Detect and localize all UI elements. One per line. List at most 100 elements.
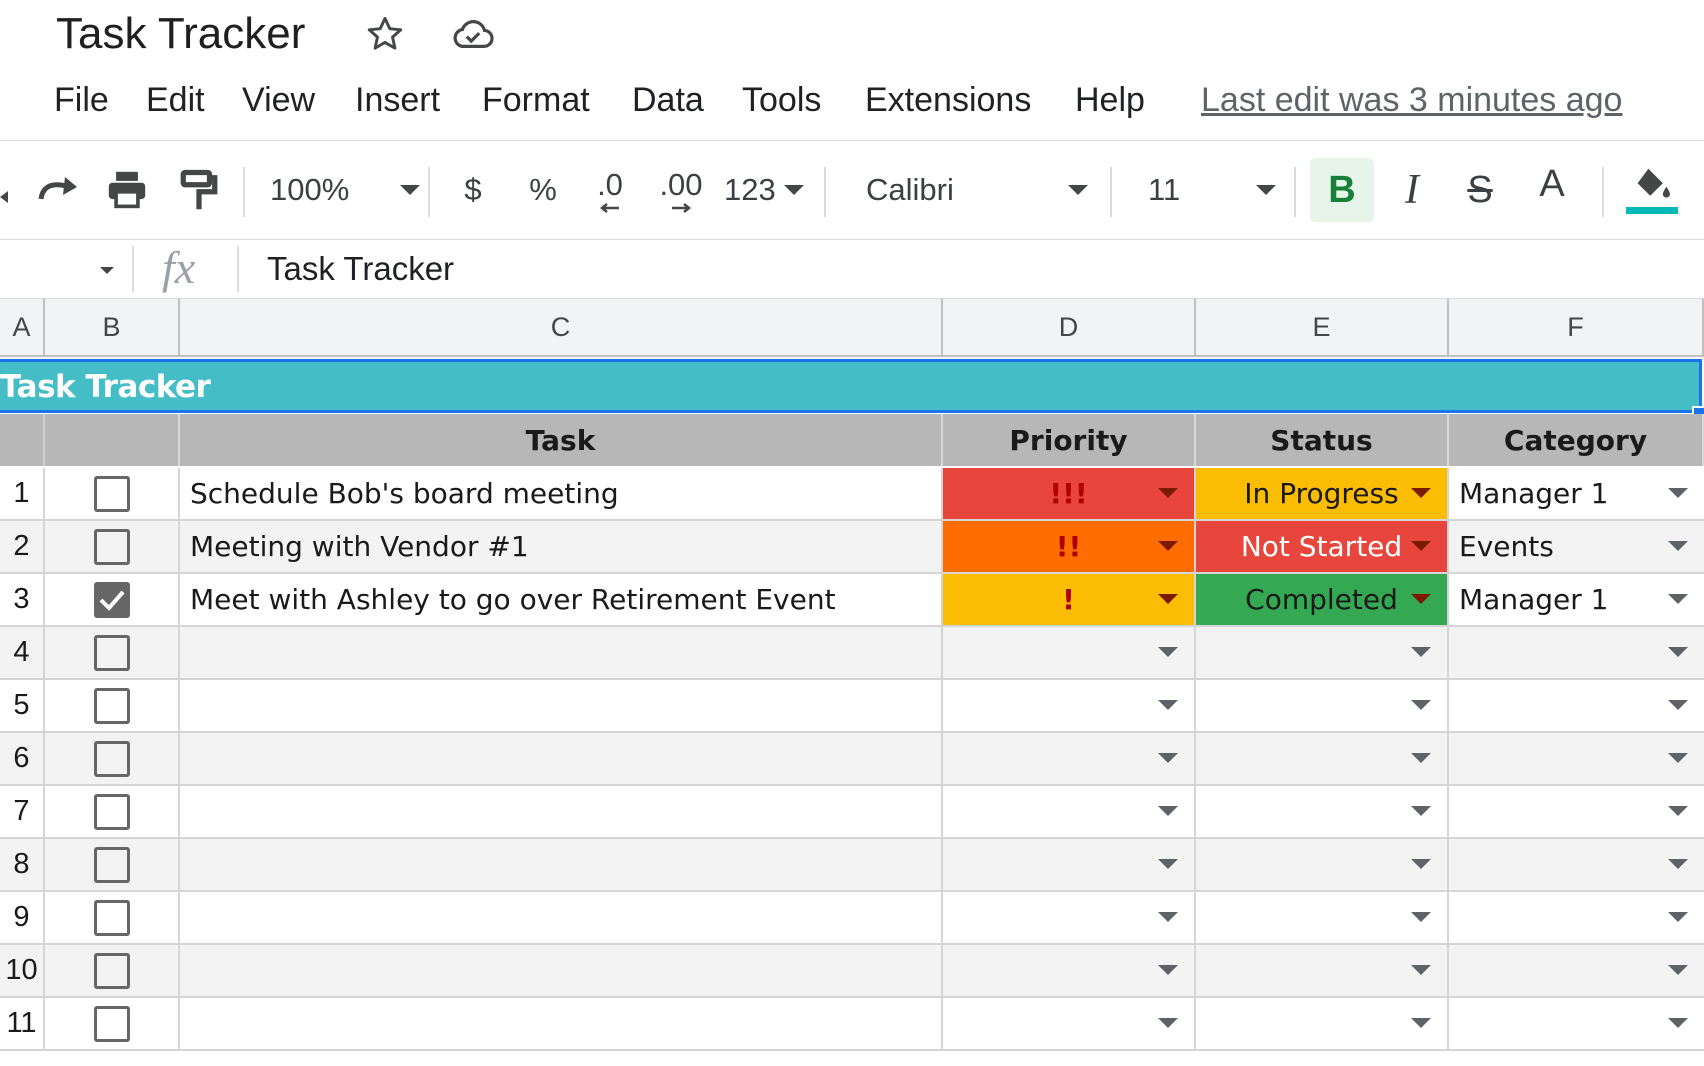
currency-button[interactable]: $ bbox=[458, 163, 488, 217]
fill-color-button[interactable] bbox=[1626, 163, 1678, 217]
dropdown-arrow-icon[interactable] bbox=[1411, 647, 1431, 657]
formula-input[interactable]: Task Tracker bbox=[267, 246, 454, 292]
task-cell[interactable] bbox=[180, 627, 943, 678]
menu-edit[interactable]: Edit bbox=[146, 78, 205, 122]
row-number[interactable]: 5 bbox=[0, 680, 45, 731]
dropdown-arrow-icon[interactable] bbox=[1411, 806, 1431, 816]
dropdown-arrow-icon[interactable] bbox=[1668, 594, 1688, 604]
header-task[interactable]: Task bbox=[180, 414, 943, 466]
strikethrough-button[interactable]: S bbox=[1458, 163, 1502, 217]
decrease-decimal-button[interactable]: .0 bbox=[590, 163, 630, 217]
undo-icon[interactable] bbox=[0, 163, 14, 217]
category-dropdown[interactable] bbox=[1449, 680, 1704, 731]
checkbox[interactable] bbox=[93, 634, 130, 671]
checkbox[interactable] bbox=[93, 952, 130, 989]
category-dropdown[interactable]: Manager 1 bbox=[1449, 574, 1704, 625]
column-header-f[interactable]: F bbox=[1449, 299, 1704, 357]
dropdown-arrow-icon[interactable] bbox=[1668, 541, 1688, 551]
status-dropdown[interactable] bbox=[1196, 680, 1449, 731]
column-header-c[interactable]: C bbox=[180, 299, 943, 357]
row-number[interactable]: 1 bbox=[0, 468, 45, 519]
dropdown-arrow-icon[interactable] bbox=[1668, 806, 1688, 816]
print-icon[interactable] bbox=[100, 163, 154, 217]
priority-dropdown[interactable]: !!! bbox=[943, 468, 1196, 519]
category-dropdown[interactable] bbox=[1449, 945, 1704, 996]
checkbox[interactable] bbox=[93, 899, 130, 936]
menu-format[interactable]: Format bbox=[482, 78, 590, 122]
category-dropdown[interactable] bbox=[1449, 627, 1704, 678]
document-title[interactable]: Task Tracker bbox=[56, 8, 305, 60]
row-number[interactable]: 2 bbox=[0, 521, 45, 572]
row-number[interactable]: 11 bbox=[0, 998, 45, 1049]
dropdown-arrow-icon[interactable] bbox=[1668, 753, 1688, 763]
menu-extensions[interactable]: Extensions bbox=[865, 78, 1031, 122]
dropdown-arrow-icon[interactable] bbox=[1411, 594, 1431, 604]
dropdown-arrow-icon[interactable] bbox=[1411, 1018, 1431, 1028]
checkbox-checked[interactable] bbox=[93, 581, 130, 618]
dropdown-arrow-icon[interactable] bbox=[1158, 912, 1178, 922]
dropdown-arrow-icon[interactable] bbox=[1158, 700, 1178, 710]
row-number[interactable]: 9 bbox=[0, 892, 45, 943]
cloud-saved-icon[interactable] bbox=[450, 14, 496, 54]
category-dropdown[interactable] bbox=[1449, 733, 1704, 784]
row-number[interactable]: 8 bbox=[0, 839, 45, 890]
column-header-b[interactable]: B bbox=[45, 299, 180, 357]
row-number[interactable]: 4 bbox=[0, 627, 45, 678]
dropdown-arrow-icon[interactable] bbox=[1668, 1018, 1688, 1028]
task-cell[interactable] bbox=[180, 733, 943, 784]
dropdown-arrow-icon[interactable] bbox=[1668, 647, 1688, 657]
row-number[interactable]: 6 bbox=[0, 733, 45, 784]
checkbox[interactable] bbox=[93, 475, 130, 512]
checkbox[interactable] bbox=[93, 528, 130, 565]
dropdown-arrow-icon[interactable] bbox=[1158, 859, 1178, 869]
dropdown-arrow-icon[interactable] bbox=[1668, 965, 1688, 975]
priority-dropdown[interactable] bbox=[943, 839, 1196, 890]
star-icon[interactable] bbox=[363, 12, 407, 56]
status-dropdown[interactable] bbox=[1196, 627, 1449, 678]
status-dropdown[interactable]: Completed bbox=[1196, 574, 1449, 625]
task-cell[interactable] bbox=[180, 680, 943, 731]
task-cell[interactable]: Schedule Bob's board meeting bbox=[180, 468, 943, 519]
menu-insert[interactable]: Insert bbox=[355, 78, 440, 122]
category-dropdown[interactable]: Manager 1 bbox=[1449, 468, 1704, 519]
menu-file[interactable]: File bbox=[54, 78, 109, 122]
dropdown-arrow-icon[interactable] bbox=[1411, 541, 1431, 551]
title-banner-cell[interactable]: Task Tracker bbox=[0, 359, 1702, 413]
dropdown-arrow-icon[interactable] bbox=[1668, 912, 1688, 922]
category-dropdown[interactable] bbox=[1449, 892, 1704, 943]
checkbox[interactable] bbox=[93, 793, 130, 830]
dropdown-arrow-icon[interactable] bbox=[1158, 488, 1178, 498]
header-priority[interactable]: Priority bbox=[943, 414, 1196, 466]
checkbox[interactable] bbox=[93, 1005, 130, 1042]
dropdown-arrow-icon[interactable] bbox=[1411, 965, 1431, 975]
last-edit-link[interactable]: Last edit was 3 minutes ago bbox=[1201, 78, 1622, 122]
priority-dropdown[interactable] bbox=[943, 786, 1196, 837]
status-dropdown[interactable] bbox=[1196, 892, 1449, 943]
column-header-d[interactable]: D bbox=[943, 299, 1196, 357]
dropdown-arrow-icon[interactable] bbox=[1158, 1018, 1178, 1028]
header-category[interactable]: Category bbox=[1449, 414, 1704, 466]
redo-icon[interactable] bbox=[30, 163, 84, 217]
checkbox[interactable] bbox=[93, 687, 130, 724]
priority-dropdown[interactable]: ! bbox=[943, 574, 1196, 625]
row-number[interactable]: 10 bbox=[0, 945, 45, 996]
priority-dropdown[interactable]: !! bbox=[943, 521, 1196, 572]
font-select[interactable]: Calibri bbox=[866, 163, 1088, 217]
category-dropdown[interactable] bbox=[1449, 786, 1704, 837]
name-box-chevron-icon[interactable] bbox=[100, 267, 114, 274]
category-dropdown[interactable] bbox=[1449, 839, 1704, 890]
header-status[interactable]: Status bbox=[1196, 414, 1449, 466]
menu-view[interactable]: View bbox=[242, 78, 315, 122]
status-dropdown[interactable]: In Progress bbox=[1196, 468, 1449, 519]
dropdown-arrow-icon[interactable] bbox=[1411, 488, 1431, 498]
priority-dropdown[interactable] bbox=[943, 733, 1196, 784]
status-dropdown[interactable] bbox=[1196, 733, 1449, 784]
priority-dropdown[interactable] bbox=[943, 892, 1196, 943]
dropdown-arrow-icon[interactable] bbox=[1411, 753, 1431, 763]
font-size-select[interactable]: 11 bbox=[1148, 163, 1276, 217]
dropdown-arrow-icon[interactable] bbox=[1158, 753, 1178, 763]
menu-help[interactable]: Help bbox=[1075, 78, 1145, 122]
italic-button[interactable]: I bbox=[1390, 163, 1434, 217]
status-dropdown[interactable]: Not Started bbox=[1196, 521, 1449, 572]
checkbox[interactable] bbox=[93, 740, 130, 777]
